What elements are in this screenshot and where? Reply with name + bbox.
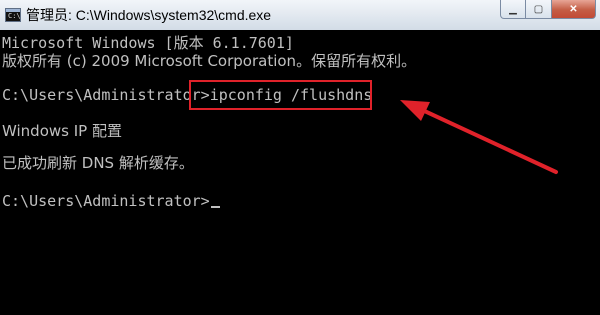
arrow-annotation-icon [400, 100, 558, 174]
